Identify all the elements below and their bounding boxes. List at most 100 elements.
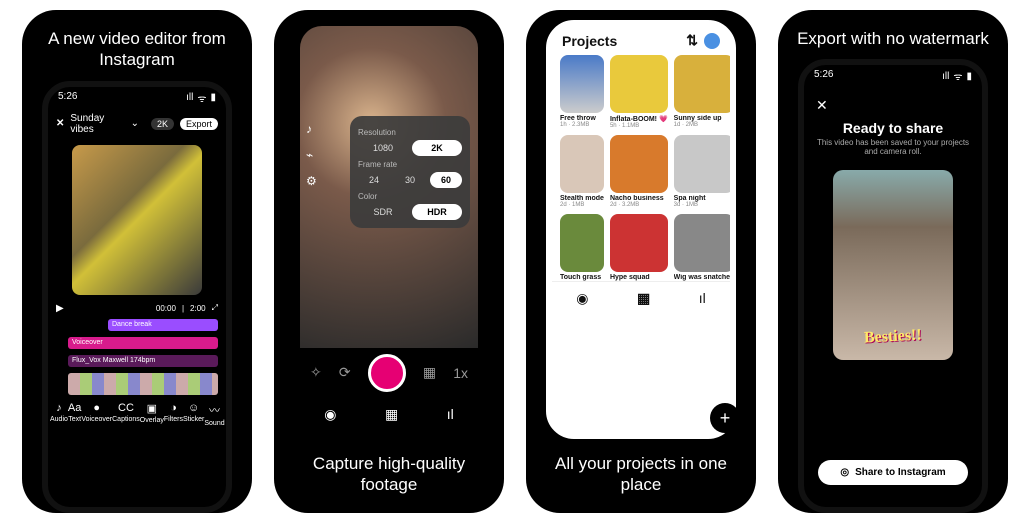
music-icon[interactable]: ♪ [306, 122, 317, 136]
project-card[interactable]: Hype squad [610, 214, 668, 281]
quality-pill[interactable]: 2K [151, 118, 174, 130]
editor-toolbar: ♪AudioAaText●VoiceoverCCCaptions▣Overlay… [48, 398, 226, 433]
scrubber[interactable]: ▶ 00:00 | 2:00 ⤢ [48, 301, 226, 316]
project-card[interactable]: Sunny side up1d · 2MB [674, 55, 730, 129]
color-label: Color [358, 192, 462, 201]
project-card[interactable]: Touch grass [560, 214, 604, 281]
track-2[interactable]: Voiceover [68, 337, 218, 349]
nav-projects-icon[interactable]: ▦ [637, 290, 650, 307]
avatar[interactable] [704, 33, 720, 49]
close-icon[interactable]: ✕ [56, 118, 64, 129]
project-card[interactable]: Spa night3d · 1MB [674, 135, 730, 208]
tool-captions[interactable]: CCCaptions [112, 402, 140, 427]
track-1[interactable]: Dance break [108, 319, 218, 331]
export-preview[interactable]: Besties!! [833, 170, 953, 360]
tool-audio[interactable]: ♪Audio [50, 402, 68, 427]
gallery-icon[interactable]: ▦ [423, 364, 436, 381]
project-card[interactable]: Stealth mode2d · 1MB [560, 135, 604, 208]
fps-30[interactable]: 30 [394, 172, 426, 188]
flip-camera-icon[interactable]: ⟳ [339, 364, 351, 381]
tool-sound[interactable]: 〰Sound [204, 402, 224, 427]
export-button[interactable]: Export [180, 118, 218, 130]
tool-filters[interactable]: ◑Filters [164, 402, 183, 427]
capture-phone: ♪ ⌁ ⚙ Resolution 1080 2K Frame rate 24 3… [294, 20, 484, 439]
projects-phone: Projects ⇅ Free throw1h · 2.3MBInflata-B… [546, 20, 736, 439]
play-icon[interactable]: ▶ [56, 303, 64, 314]
time-total: 2:00 [190, 304, 206, 313]
sort-icon[interactable]: ⇅ [686, 32, 698, 49]
panel-projects: Projects ⇅ Free throw1h · 2.3MBInflata-B… [526, 10, 756, 513]
nav-record-icon[interactable]: ◉ [324, 406, 336, 423]
overlay-text: Besties!! [864, 327, 923, 348]
editor-header: ✕ Sunday vibes ⌄ 2K Export [48, 109, 226, 139]
resolution-seg: 1080 2K [358, 140, 462, 156]
shutter-button[interactable] [368, 354, 406, 392]
time-current: 00:00 [156, 304, 176, 313]
share-title: Ready to share [843, 120, 943, 136]
nav-insights-icon[interactable]: ıl [447, 406, 454, 423]
framerate-label: Frame rate [358, 160, 462, 169]
project-title[interactable]: Sunday vibes [70, 113, 124, 135]
color-seg: SDR HDR [358, 204, 462, 220]
nav-insights-icon[interactable]: ıl [699, 290, 706, 307]
projects-title: Projects [562, 33, 617, 49]
clock: 5:26 [814, 69, 833, 83]
editor-phone: 5:26 ıllᯤ▮ ✕ Sunday vibes ⌄ 2K Export ▶ … [42, 81, 232, 514]
expand-icon[interactable]: ⤢ [212, 303, 218, 313]
clock: 5:26 [58, 91, 77, 105]
export-phone: 5:26 ıllᯤ▮ ✕ Ready to share This video h… [798, 59, 988, 513]
camera-bar: ✧ ⟳ ▦ 1x [300, 348, 478, 398]
projects-grid: Free throw1h · 2.3MBInflata-BOOM! 💗5h · … [552, 55, 730, 281]
project-card[interactable]: Free throw1h · 2.3MB [560, 55, 604, 129]
panel-2-caption: Capture high-quality footage [274, 439, 504, 514]
panel-capture: ♪ ⌁ ⚙ Resolution 1080 2K Frame rate 24 3… [274, 10, 504, 513]
share-to-instagram-button[interactable]: ◎ Share to Instagram [818, 460, 968, 485]
color-hdr[interactable]: HDR [412, 204, 462, 220]
share-screen: ✕ Ready to share This video has been sav… [804, 87, 982, 507]
share-button-label: Share to Instagram [855, 467, 946, 478]
chevron-down-icon[interactable]: ⌄ [131, 118, 139, 129]
panel-editor: A new video editor from Instagram 5:26 ı… [22, 10, 252, 513]
instagram-icon: ◎ [840, 467, 849, 478]
sparkle-icon[interactable]: ✧ [310, 364, 322, 381]
projects-header: Projects ⇅ [552, 26, 730, 55]
status-icons: ıllᯤ▮ [186, 91, 216, 105]
resolution-label: Resolution [358, 128, 462, 137]
nav-projects-icon[interactable]: ▦ [385, 406, 398, 423]
bottom-nav: ◉ ▦ ıl [552, 281, 730, 317]
track-thumbnails[interactable] [68, 373, 218, 395]
settings-icon[interactable]: ⚙ [306, 174, 317, 188]
tool-sticker[interactable]: ☺Sticker [183, 402, 204, 427]
fps-60[interactable]: 60 [430, 172, 462, 188]
capture-settings-card: Resolution 1080 2K Frame rate 24 30 60 C… [350, 116, 470, 228]
color-sdr[interactable]: SDR [358, 204, 408, 220]
fps-24[interactable]: 24 [358, 172, 390, 188]
res-1080[interactable]: 1080 [358, 140, 408, 156]
panel-1-caption: A new video editor from Instagram [22, 10, 252, 81]
project-card[interactable]: Nacho business2d · 3.2MB [610, 135, 668, 208]
framerate-seg: 24 30 60 [358, 172, 462, 188]
tool-text[interactable]: AaText [68, 402, 81, 427]
tool-voiceover[interactable]: ●Voiceover [81, 402, 112, 427]
status-bar: 5:26 ıllᯤ▮ [804, 65, 982, 87]
bottom-nav: ◉ ▦ ıl [300, 398, 478, 433]
close-icon[interactable]: ✕ [816, 97, 828, 114]
zoom-indicator[interactable]: 1x [453, 365, 468, 381]
track-3[interactable]: Flux_Vox Maxwell 174bpm [68, 355, 218, 367]
effect-icon[interactable]: ⌁ [306, 148, 317, 162]
project-card[interactable]: Inflata-BOOM! 💗5h · 1.1MB [610, 55, 668, 129]
res-2k[interactable]: 2K [412, 140, 462, 156]
nav-record-icon[interactable]: ◉ [576, 290, 588, 307]
status-icons: ıllᯤ▮ [942, 69, 972, 83]
tool-overlay[interactable]: ▣Overlay [140, 402, 164, 427]
share-subtitle: This video has been saved to your projec… [816, 138, 970, 156]
panel-3-caption: All your projects in one place [526, 439, 756, 514]
status-bar: 5:26 ıllᯤ▮ [48, 87, 226, 109]
camera-viewfinder[interactable]: ♪ ⌁ ⚙ Resolution 1080 2K Frame rate 24 3… [300, 26, 478, 348]
video-preview[interactable] [72, 145, 202, 295]
panel-4-caption: Export with no watermark [783, 10, 1003, 59]
project-card[interactable]: Wig was snatched [674, 214, 730, 281]
new-project-button[interactable]: + [710, 403, 736, 433]
capture-side-tools: ♪ ⌁ ⚙ [306, 122, 317, 188]
panel-export: Export with no watermark 5:26 ıllᯤ▮ ✕ Re… [778, 10, 1008, 513]
